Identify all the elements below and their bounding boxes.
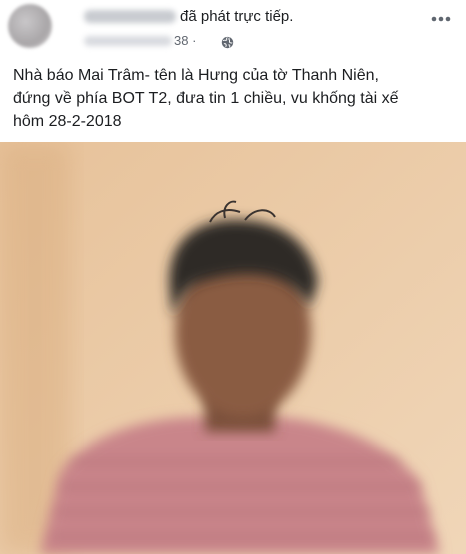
more-options-button[interactable]: [428, 8, 454, 30]
post-action-text: đã phát trực tiếp.: [180, 8, 294, 25]
author-name-redacted[interactable]: [84, 10, 176, 23]
caption-line: hôm 28-2-2018: [13, 113, 122, 130]
timestamp-redacted: [84, 36, 172, 46]
facebook-post: đã phát trực tiếp. 38 · Nhà báo Mai Trâm…: [0, 0, 466, 554]
caption-line: đứng về phía BOT T2, đưa tin 1 chiều, vu…: [13, 90, 399, 107]
globe-icon: [221, 36, 234, 49]
post-timestamp[interactable]: 38 ·: [174, 33, 196, 48]
more-options-icon: [431, 16, 451, 22]
caption-line: Nhà báo Mai Trâm- tên là Hưng của tờ Tha…: [13, 67, 379, 84]
post-caption: Nhà báo Mai Trâm- tên là Hưng của tờ Tha…: [13, 64, 453, 133]
video-frame: [0, 142, 466, 554]
live-video[interactable]: [0, 142, 466, 554]
post-header: đã phát trực tiếp. 38 ·: [0, 0, 466, 60]
avatar[interactable]: [8, 4, 52, 48]
